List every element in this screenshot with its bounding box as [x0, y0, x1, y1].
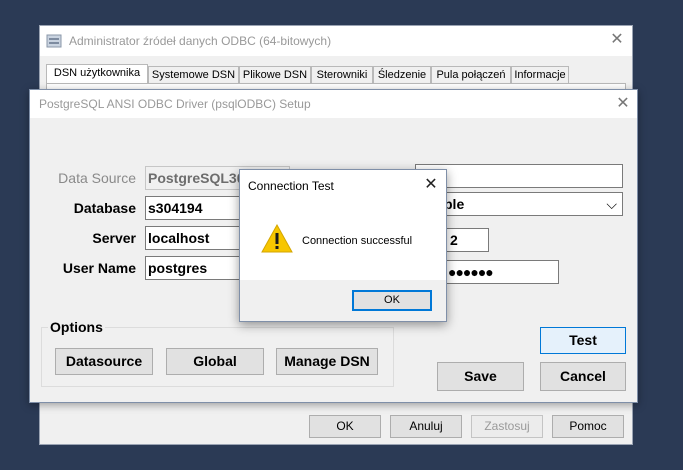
- setup-window-title: PostgreSQL ANSI ODBC Driver (psqlODBC) S…: [39, 97, 311, 111]
- chevron-down-icon: ⌵: [606, 196, 617, 212]
- admin-ok-button[interactable]: OK: [309, 415, 381, 438]
- odbc-app-icon: [46, 34, 62, 48]
- cancel-button[interactable]: Cancel: [540, 362, 626, 391]
- datasource-button[interactable]: Datasource: [55, 348, 153, 375]
- user-name-label: User Name: [62, 260, 136, 276]
- tab-tracing[interactable]: Śledzenie: [373, 66, 431, 83]
- save-button[interactable]: Save: [437, 362, 524, 391]
- admin-title-bar[interactable]: Administrator źródeł danych ODBC (64-bit…: [40, 26, 632, 56]
- dialog-ok-button[interactable]: OK: [352, 290, 432, 311]
- tab-connection-pooling[interactable]: Pula połączeń: [431, 66, 511, 83]
- data-source-label: Data Source: [58, 170, 136, 186]
- connection-test-dialog: Connection Test ✕ Connection successful …: [239, 169, 447, 322]
- tab-system-dsn[interactable]: Systemowe DSN: [148, 66, 239, 83]
- server-label: Server: [92, 230, 136, 246]
- tab-user-dsn[interactable]: DSN użytkownika: [46, 64, 148, 84]
- dialog-message: Connection successful: [302, 235, 413, 247]
- admin-close-icon[interactable]: ✕: [606, 29, 628, 51]
- tab-drivers[interactable]: Sterowniki: [311, 66, 373, 83]
- ssl-mode-value: ble: [444, 196, 465, 212]
- global-button[interactable]: Global: [166, 348, 264, 375]
- setup-title-bar[interactable]: PostgreSQL ANSI ODBC Driver (psqlODBC) S…: [30, 90, 637, 118]
- admin-apply-button[interactable]: Zastosuj: [471, 415, 543, 438]
- admin-window-title: Administrator źródeł danych ODBC (64-bit…: [69, 34, 332, 48]
- dialog-content-area: Connection Test ✕ Connection successful: [240, 170, 446, 280]
- admin-help-button[interactable]: Pomoc: [552, 415, 624, 438]
- admin-cancel-button[interactable]: Anuluj: [390, 415, 462, 438]
- warning-icon: [261, 224, 293, 253]
- dialog-close-icon[interactable]: ✕: [420, 174, 442, 196]
- setup-close-icon[interactable]: ✕: [612, 93, 634, 115]
- manage-dsn-button[interactable]: Manage DSN: [276, 348, 378, 375]
- tab-file-dsn[interactable]: Plikowe DSN: [239, 66, 311, 83]
- database-label: Database: [73, 200, 136, 216]
- dialog-title: Connection Test: [248, 179, 334, 193]
- options-group-label: Options: [48, 319, 105, 335]
- test-button[interactable]: Test: [540, 327, 626, 354]
- tab-about[interactable]: Informacje: [511, 66, 569, 83]
